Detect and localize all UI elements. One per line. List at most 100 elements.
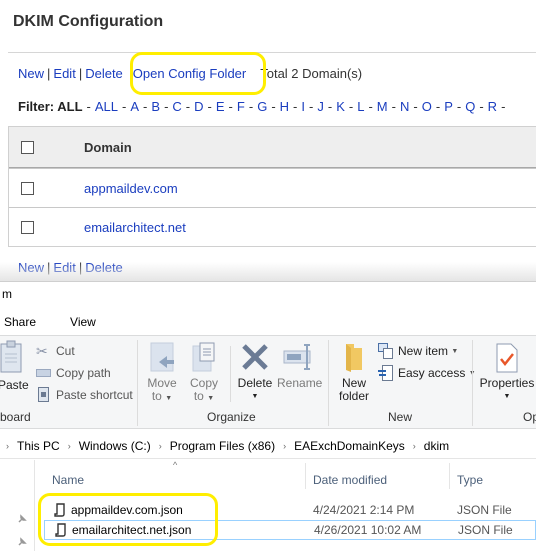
domain-table: Domain appmaildev.com emailarchitect.net	[8, 126, 536, 247]
filter-letter-m[interactable]: M	[377, 99, 388, 114]
filter-letter-c[interactable]: C	[172, 99, 181, 114]
column-divider[interactable]	[305, 463, 306, 489]
filter-letter-d[interactable]: D	[194, 99, 203, 114]
breadcrumb-dkim[interactable]: dkim	[424, 439, 449, 453]
domain-count: Total 2 Domain(s)	[260, 66, 363, 81]
filter-letter-h[interactable]: H	[280, 99, 289, 114]
column-date-modified[interactable]: Date modified	[313, 473, 387, 487]
filter-letter-a[interactable]: A	[130, 99, 139, 114]
filter-letter-g[interactable]: G	[257, 99, 267, 114]
file-name: emailarchitect.net.json	[72, 523, 192, 537]
column-type[interactable]: Type	[457, 473, 483, 487]
filter-letter-j[interactable]: J	[317, 99, 324, 114]
breadcrumb-this-pc[interactable]: This PC	[17, 439, 60, 453]
file-type: JSON File	[457, 503, 512, 517]
domain-toolbar: New | Edit | Delete Open Config Folder Total 2…	[18, 66, 362, 81]
copy-to-icon	[192, 342, 215, 372]
column-name[interactable]: Name	[52, 473, 84, 487]
tab-view[interactable]: View	[70, 315, 96, 329]
move-to-icon	[150, 342, 174, 372]
row-checkbox[interactable]	[21, 220, 34, 234]
copy-to-button[interactable]: Copy to ▼	[189, 342, 219, 405]
rename-button[interactable]: Rename	[277, 342, 322, 390]
chevron-right-icon: ›	[158, 440, 162, 451]
filter-separator: -	[228, 99, 233, 114]
filter-letter-k[interactable]: K	[336, 99, 345, 114]
pin-icon[interactable]	[17, 514, 27, 524]
chevron-right-icon: ›	[6, 440, 9, 451]
button-separator	[230, 346, 231, 402]
filter-label: Filter: ALL	[18, 99, 83, 114]
filter-separator: -	[456, 99, 462, 114]
filter-separator: -	[391, 99, 396, 114]
breadcrumb-windows-c[interactable]: Windows (C:)	[79, 439, 151, 453]
filter-letter-q[interactable]: Q	[465, 99, 475, 114]
filter-letter-n[interactable]: N	[400, 99, 409, 114]
letter-filter: Filter: ALL - ALL - A - B - C - D - E - F - G - H - I - J - K - L -…	[18, 99, 509, 114]
select-all-checkbox[interactable]	[21, 140, 34, 154]
filter-letter-all[interactable]: ALL	[95, 99, 118, 114]
file-name: appmaildev.com.json	[71, 503, 183, 517]
file-explorer-window: m Share View Paste ✂ Cut Copy path Paste …	[0, 281, 536, 551]
cut-button[interactable]: ✂ Cut	[36, 343, 75, 359]
new-item-button[interactable]: New item ▼	[378, 343, 458, 359]
domain-column-header: Domain	[84, 139, 132, 155]
new-link[interactable]: New	[18, 66, 44, 81]
chevron-right-icon: ›	[412, 440, 416, 451]
organize-group-label: Organize	[207, 410, 256, 424]
easy-access-button[interactable]: Easy access ▼	[378, 365, 476, 381]
table-header: Domain	[9, 127, 536, 168]
domain-link[interactable]: appmaildev.com	[84, 181, 178, 196]
filter-separator: -	[479, 99, 484, 114]
delete-link[interactable]: Delete	[85, 66, 123, 81]
file-date: 4/24/2021 2:14 PM	[313, 503, 415, 517]
file-row[interactable]: appmaildev.com.json 4/24/2021 2:14 PM JS…	[44, 500, 536, 520]
filter-letter-r[interactable]: R	[488, 99, 497, 114]
filter-separator: -	[413, 99, 418, 114]
row-checkbox[interactable]	[21, 181, 34, 195]
paste-shortcut-button[interactable]: Paste shortcut	[36, 387, 133, 403]
clipboard-icon	[0, 340, 22, 373]
filter-separator: -	[327, 99, 333, 114]
copy-path-button[interactable]: Copy path	[36, 365, 111, 381]
new-item-icon	[378, 343, 394, 359]
dkim-config-panel: DKIM Configuration New | Edit | Delete Open C…	[0, 0, 536, 282]
filter-letter-o[interactable]: O	[422, 99, 432, 114]
filter-letter-b[interactable]: B	[151, 99, 160, 114]
edit-link[interactable]: Edit	[53, 66, 75, 81]
ribbon-tabs: Share View	[4, 315, 130, 329]
table-row: appmaildev.com	[9, 168, 536, 207]
domain-link[interactable]: emailarchitect.net	[84, 220, 186, 235]
filter-letter-l[interactable]: L	[357, 99, 364, 114]
open-group-label: Op	[523, 410, 536, 424]
filter-letter-e[interactable]: E	[216, 99, 225, 114]
folder-icon	[346, 344, 362, 372]
new-folder-button[interactable]: New folder	[337, 342, 371, 403]
address-bar[interactable]: › This PC › Windows (C:) › Program Files…	[0, 433, 536, 459]
filter-separator: -	[207, 99, 212, 114]
delete-button[interactable]: Delete ▼	[236, 342, 274, 403]
easy-access-icon	[378, 365, 394, 381]
properties-button[interactable]: Properties ▼	[478, 342, 536, 403]
filter-separator: -	[122, 99, 127, 114]
paste-button[interactable]: Paste	[0, 340, 29, 392]
open-config-folder-link[interactable]: Open Config Folder	[133, 66, 246, 81]
file-row-selected[interactable]: emailarchitect.net.json 4/26/2021 10:02 …	[44, 520, 536, 540]
breadcrumb-program-files[interactable]: Program Files (x86)	[170, 439, 275, 453]
column-divider[interactable]	[449, 463, 450, 489]
chevron-right-icon: ›	[283, 440, 287, 451]
pin-icon[interactable]	[17, 537, 27, 547]
breadcrumb-eaexchdomainkeys[interactable]: EAExchDomainKeys	[294, 439, 405, 453]
filter-separator: -	[143, 99, 148, 114]
filter-letter-f[interactable]: F	[237, 99, 245, 114]
delete-x-icon	[242, 344, 268, 370]
filter-letter-p[interactable]: P	[444, 99, 453, 114]
file-list-header: ^ Name Date modified Type	[36, 460, 536, 498]
filter-separator: -	[164, 99, 169, 114]
json-file-icon	[55, 523, 66, 537]
group-separator	[137, 340, 138, 426]
move-to-button[interactable]: Move to ▼	[147, 342, 177, 405]
paste-shortcut-icon	[36, 387, 52, 403]
tab-share[interactable]: Share	[4, 315, 36, 329]
filter-letter-i[interactable]: I	[301, 99, 305, 114]
